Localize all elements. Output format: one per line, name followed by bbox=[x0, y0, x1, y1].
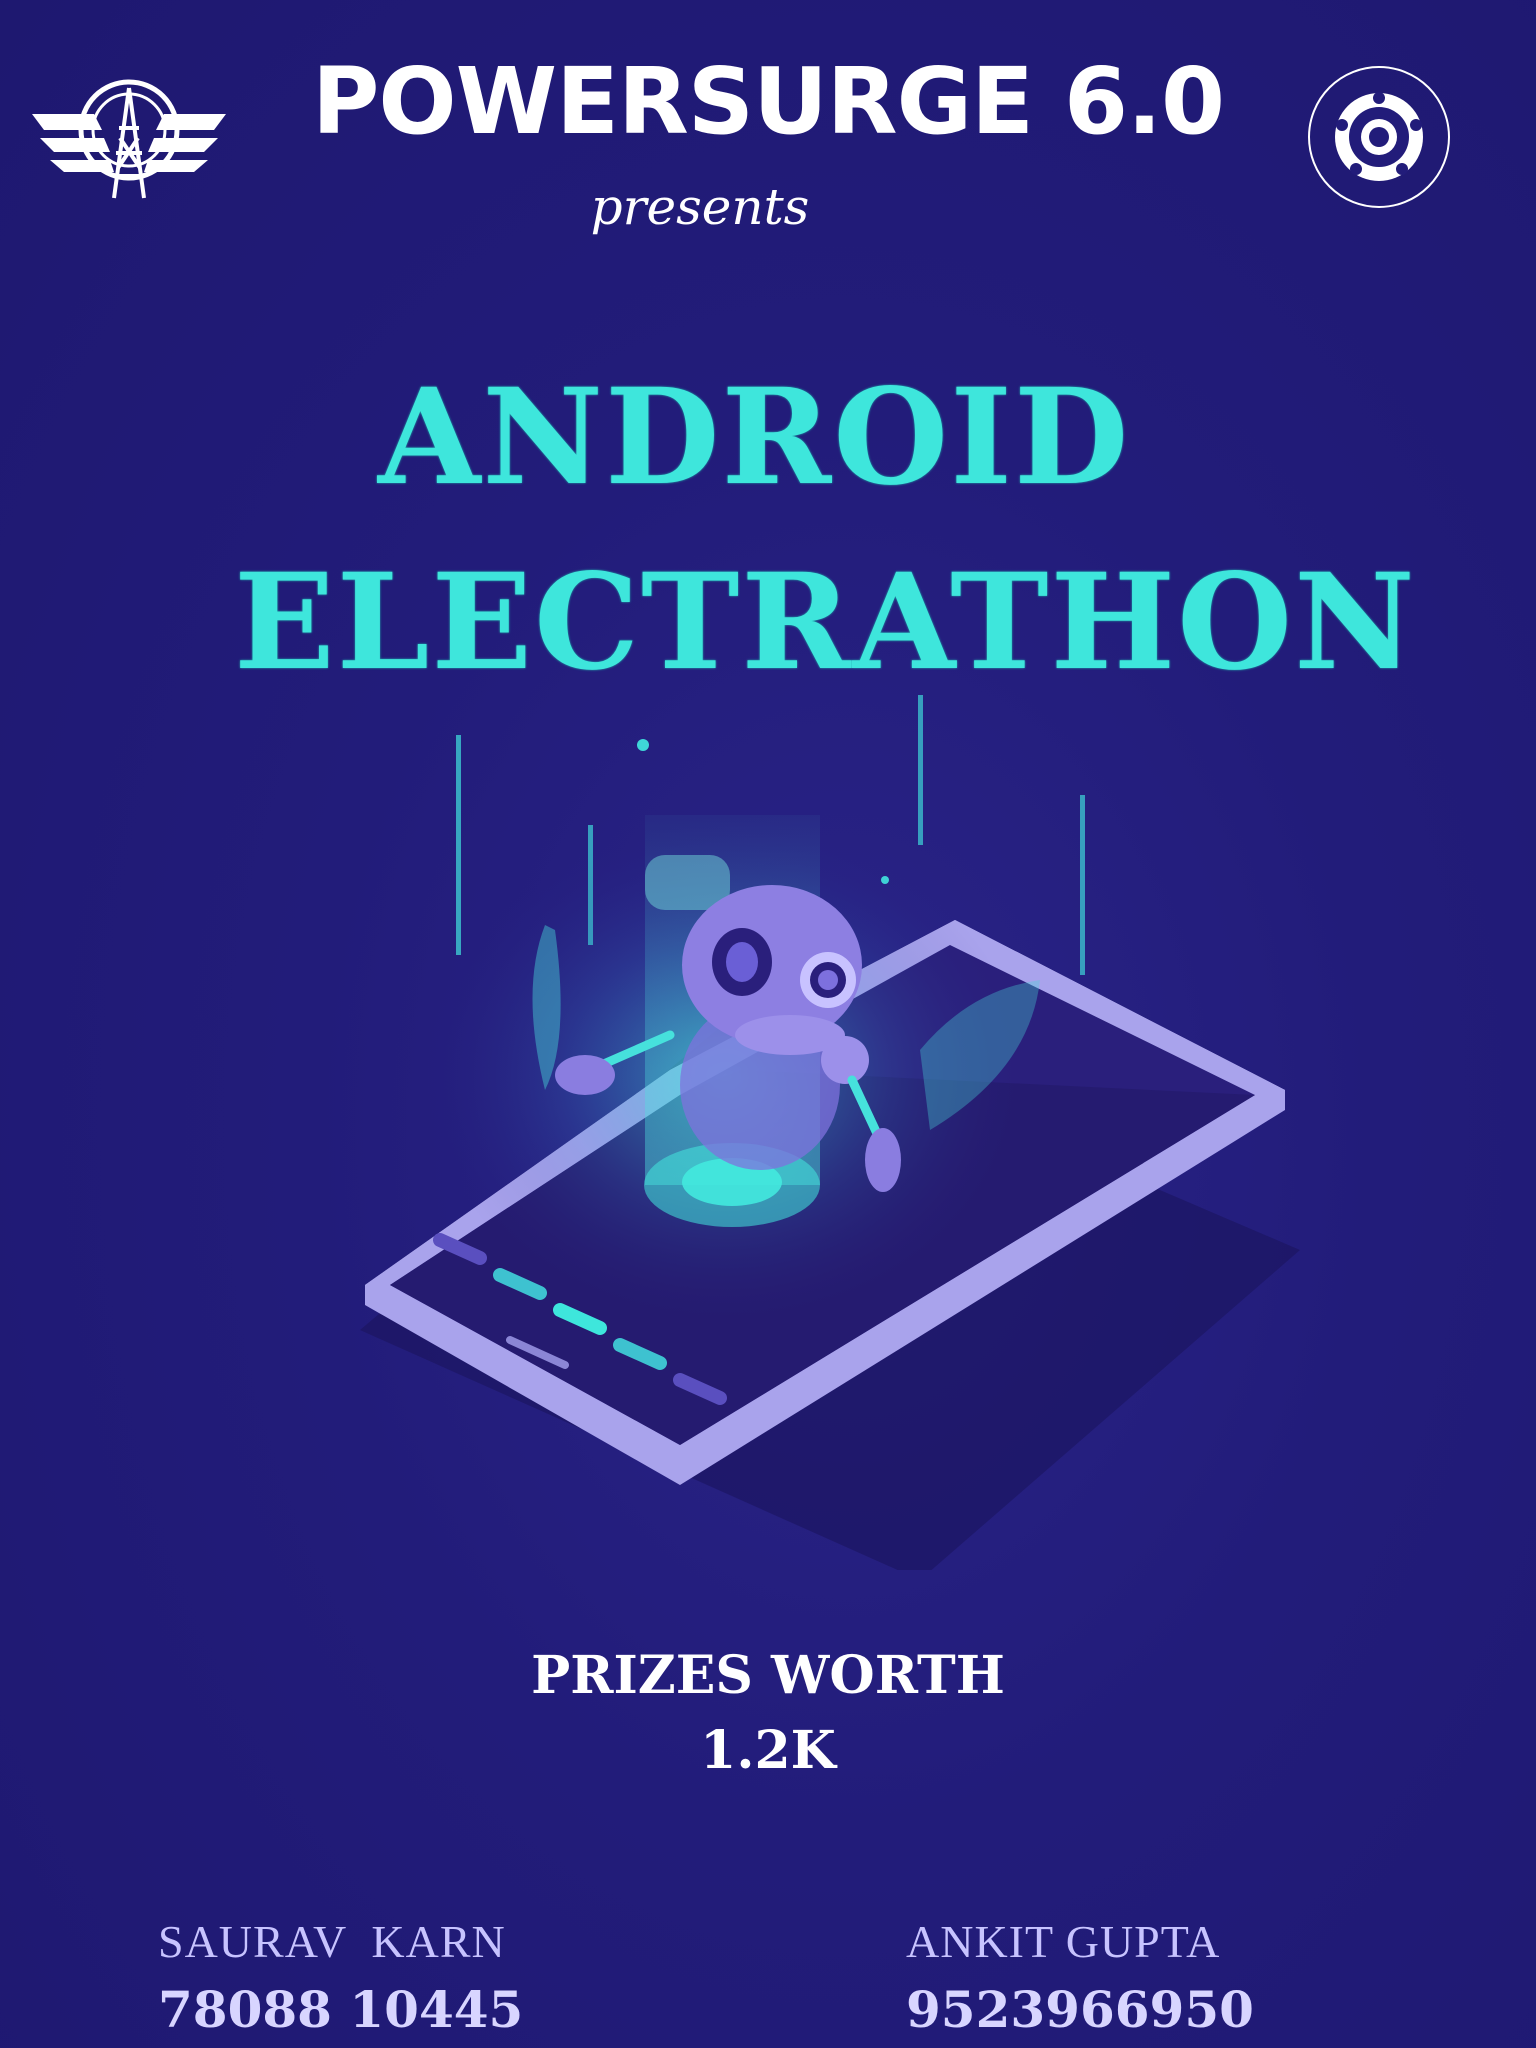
prize-label: PRIZES WORTH bbox=[531, 1645, 1005, 1706]
institute-logo bbox=[1304, 62, 1454, 217]
robot-smartphone-illustration bbox=[340, 690, 1320, 1580]
contact-1-phone[interactable]: 78088 10445 bbox=[158, 1980, 523, 2039]
contact-2-phone[interactable]: 9523966950 bbox=[906, 1980, 1254, 2039]
contact-2-name: ANKIT GUPTA bbox=[906, 1916, 1221, 1967]
event-title-line-1: ANDROID bbox=[378, 360, 1131, 515]
prize-value: 1.2K bbox=[700, 1720, 836, 1781]
presents-text: presents bbox=[590, 178, 810, 236]
institute-emblem-icon bbox=[1308, 66, 1450, 208]
event-title-line-2: ELECTRATHON bbox=[234, 545, 1417, 700]
robot-phone-icon bbox=[360, 695, 1300, 1580]
contact-1-name: SAURAV KARN bbox=[158, 1916, 506, 1967]
